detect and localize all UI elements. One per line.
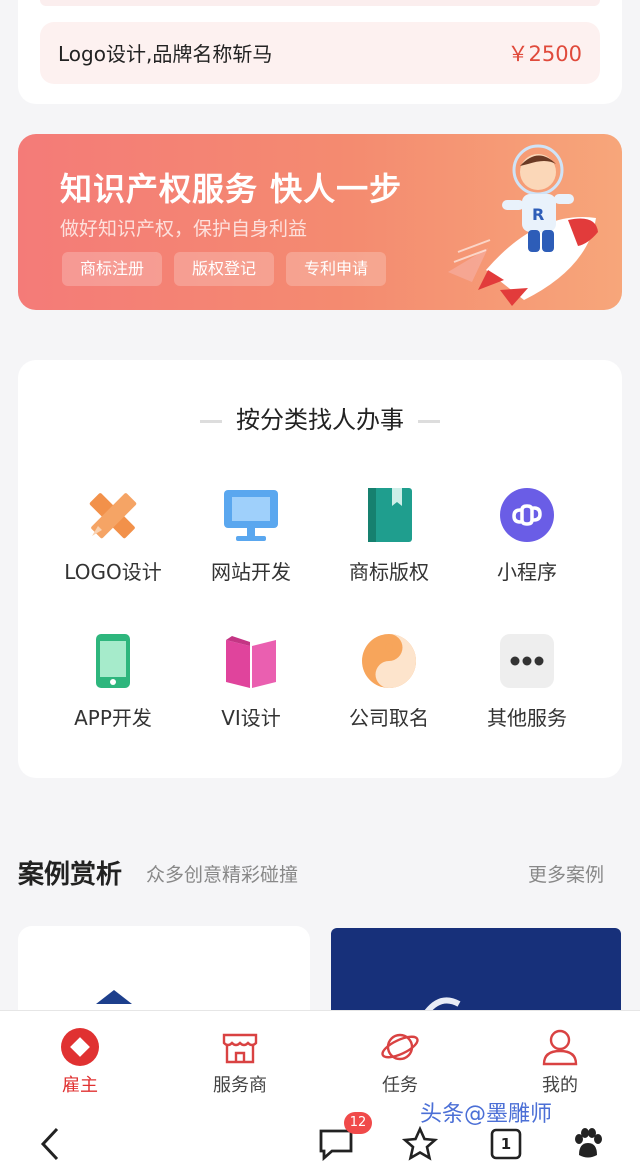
cases-subtitle: 众多创意精彩碰撞 — [146, 864, 299, 886]
yin-yang-icon — [360, 632, 418, 690]
pill-patent[interactable]: 专利申请 — [286, 252, 387, 286]
category-label: 小程序 — [497, 560, 557, 584]
category-website-dev[interactable]: 网站开发 — [182, 486, 320, 585]
cases-title: 案例赏析 — [18, 860, 123, 890]
browser-bottom-bar: 头条@墨雕师 12 1 — [0, 1102, 640, 1176]
tabs-count: 1 — [500, 1135, 512, 1153]
tabs-button[interactable]: 1 — [486, 1124, 526, 1164]
category-vi-design[interactable]: VI设计 — [182, 632, 320, 731]
pencil-ruler-icon — [84, 486, 142, 544]
cases-header: 案例赏析 众多创意精彩碰撞 更多案例 — [18, 850, 622, 894]
category-label: LOGO设计 — [64, 560, 162, 584]
more-cases-link[interactable]: 更多案例 — [528, 860, 604, 887]
tab-employer[interactable]: 雇主 — [0, 1011, 160, 1109]
employer-icon — [60, 1027, 100, 1067]
tab-mine[interactable]: 我的 — [480, 1011, 640, 1109]
tab-label: 雇主 — [62, 1075, 98, 1096]
phone-icon — [84, 632, 142, 690]
planet-icon — [380, 1027, 420, 1067]
header-dash-left — [200, 419, 222, 423]
category-label: VI设计 — [221, 706, 281, 730]
order-title: Logo设计,品牌名称斩马 — [58, 42, 273, 66]
category-title: 按分类找人办事 — [236, 406, 404, 434]
category-trademark[interactable]: 商标版权 — [320, 486, 458, 585]
comments-badge: 12 — [344, 1112, 372, 1134]
tab-service-provider[interactable]: 服务商 — [160, 1011, 320, 1109]
monitor-icon — [222, 486, 280, 544]
shop-icon — [220, 1027, 260, 1067]
star-icon[interactable] — [400, 1124, 440, 1164]
tab-label: 任务 — [382, 1075, 418, 1096]
previous-item-strip — [40, 0, 600, 6]
astronaut-rocket-illustration: R — [448, 144, 598, 306]
pill-trademark[interactable]: 商标注册 — [62, 252, 163, 286]
pill-copyright[interactable]: 版权登记 — [174, 252, 275, 286]
category-label: 商标版权 — [349, 560, 429, 584]
user-icon — [540, 1027, 580, 1067]
tab-label: 我的 — [542, 1075, 578, 1096]
back-icon[interactable] — [30, 1124, 70, 1164]
order-price: ￥2500 — [507, 42, 582, 66]
category-label: APP开发 — [74, 706, 152, 730]
category-company-naming[interactable]: 公司取名 — [320, 632, 458, 731]
category-header: 按分类找人办事 — [18, 400, 622, 435]
banner-title: 知识产权服务 快人一步 — [60, 170, 403, 208]
mini-program-icon — [498, 486, 556, 544]
open-book-icon — [222, 632, 280, 690]
more-icon — [498, 632, 556, 690]
svg-text:R: R — [532, 205, 544, 224]
category-label: 网站开发 — [211, 560, 291, 584]
tab-tasks[interactable]: 任务 — [320, 1011, 480, 1109]
category-label: 公司取名 — [349, 706, 429, 730]
book-icon — [360, 486, 418, 544]
tab-label: 服务商 — [213, 1075, 267, 1096]
category-label: 其他服务 — [487, 706, 567, 730]
bottom-tab-bar: 雇主 服务商 任务 我的 — [0, 1010, 640, 1109]
header-dash-right — [418, 419, 440, 423]
ip-service-banner[interactable]: 知识产权服务 快人一步 做好知识产权，保护自身利益 商标注册 版权登记 专利申请… — [18, 134, 622, 310]
order-item[interactable]: Logo设计,品牌名称斩马 ￥2500 — [40, 22, 600, 84]
comments-button[interactable]: 12 — [316, 1112, 372, 1164]
baidu-paw-icon[interactable] — [568, 1124, 608, 1164]
category-card: 按分类找人办事 LOGO设计 网站开发 商标版权 小程序 APP开发 VI设计 … — [18, 360, 622, 778]
category-logo-design[interactable]: LOGO设计 — [44, 486, 182, 585]
category-app-dev[interactable]: APP开发 — [44, 632, 182, 731]
banner-subtitle: 做好知识产权，保护自身利益 — [60, 218, 308, 240]
category-mini-program[interactable]: 小程序 — [458, 486, 596, 585]
category-other-services[interactable]: 其他服务 — [458, 632, 596, 731]
